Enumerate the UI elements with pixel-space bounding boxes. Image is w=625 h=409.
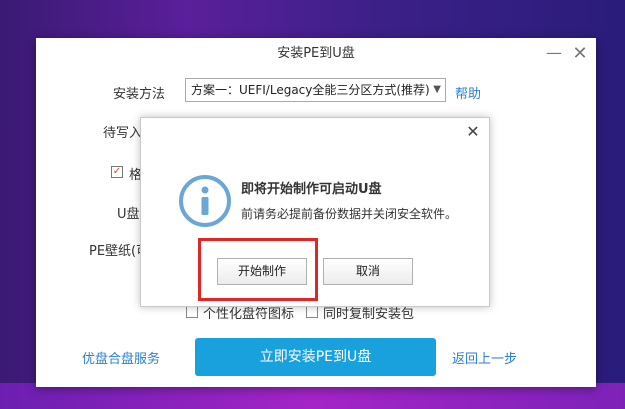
- window-close-button[interactable]: ✕: [570, 44, 590, 64]
- dialog-close-button[interactable]: ✕: [465, 124, 481, 140]
- install-method-select[interactable]: 方案一：UEFI/Legacy全能三分区方式(推荐) ▼: [185, 78, 446, 102]
- cancel-button[interactable]: 取消: [323, 258, 413, 285]
- minimize-button[interactable]: —: [544, 44, 564, 64]
- help-link[interactable]: 帮助: [455, 83, 481, 102]
- copy-install-checkbox[interactable]: [306, 306, 318, 318]
- personalize-checkbox[interactable]: [186, 306, 198, 318]
- format-checkbox[interactable]: ✓: [111, 166, 123, 178]
- udisk-label: U盘: [117, 207, 140, 222]
- install-method-label: 安装方法: [113, 87, 166, 102]
- highlight-annotation: [198, 238, 318, 301]
- window-title: 安装PE到U盘: [277, 46, 355, 61]
- service-link[interactable]: 优盘合盘服务: [82, 348, 160, 367]
- info-icon: [179, 175, 231, 227]
- target-disk-label: 待写入: [103, 126, 143, 141]
- dialog-heading: 即将开始制作可启动U盘: [241, 182, 382, 197]
- chevron-down-icon: ▼: [433, 84, 441, 95]
- back-link[interactable]: 返回上一步: [452, 348, 517, 367]
- install-method-value: 方案一：UEFI/Legacy全能三分区方式(推荐): [191, 83, 430, 97]
- checkmark-icon: ✓: [112, 166, 122, 177]
- dialog-message: 前请务必提前备份数据并关闭安全软件。: [241, 207, 458, 221]
- install-pe-button[interactable]: 立即安装PE到U盘: [195, 338, 436, 376]
